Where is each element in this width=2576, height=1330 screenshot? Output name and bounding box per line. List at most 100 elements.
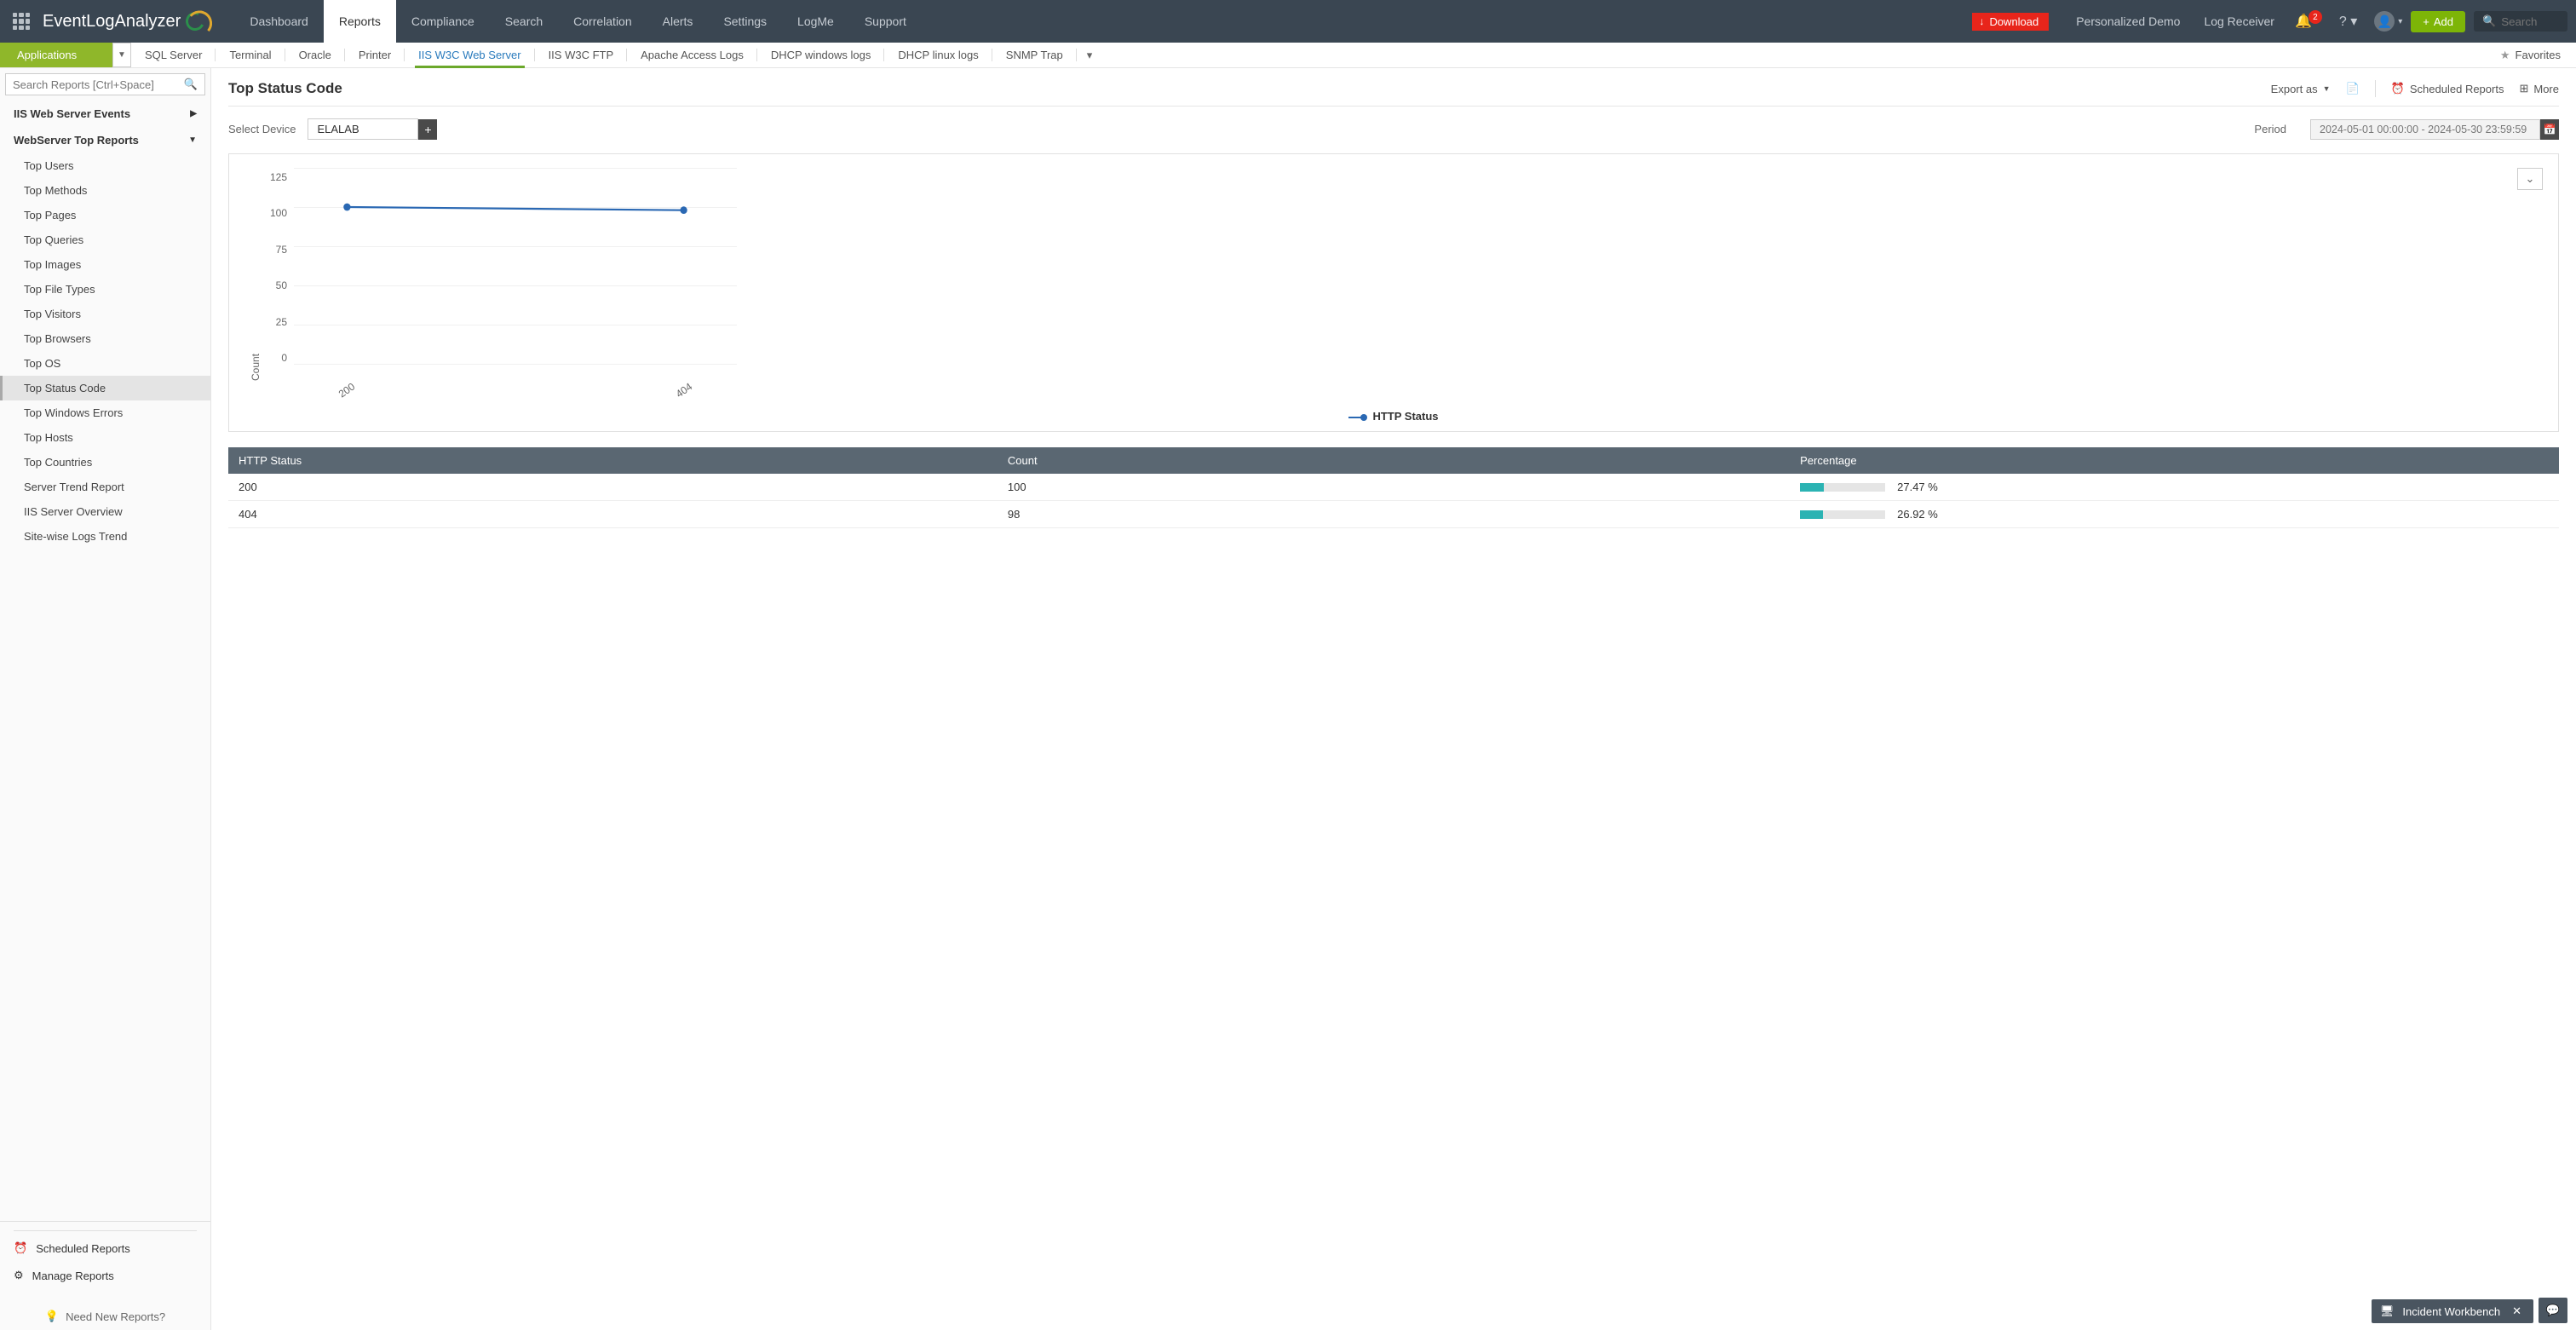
personalized-demo-link[interactable]: Personalized Demo xyxy=(2064,14,2192,28)
applications-dropdown[interactable]: ▼ xyxy=(112,43,131,67)
subnav-tab-terminal[interactable]: Terminal xyxy=(216,43,285,67)
clock-icon: ⏰ xyxy=(2391,82,2405,95)
applications-button[interactable]: Applications xyxy=(0,43,112,67)
chart-options-toggle[interactable]: ⌄ xyxy=(2517,168,2543,190)
avatar-icon: 👤 xyxy=(2374,11,2395,32)
subnav-tab-sql-server[interactable]: SQL Server xyxy=(131,43,216,67)
topnav-dashboard[interactable]: Dashboard xyxy=(234,0,324,43)
brand-name-strong: Analyzer xyxy=(115,12,181,32)
chat-icon: 💬 xyxy=(2546,1304,2560,1317)
col-count[interactable]: Count xyxy=(998,447,1790,474)
manage-reports-link[interactable]: ⚙Manage Reports xyxy=(14,1262,197,1289)
search-reports-box[interactable]: 🔍 xyxy=(5,73,205,95)
scheduled-reports-link[interactable]: ⏰Scheduled Reports xyxy=(14,1235,197,1262)
chat-button[interactable]: 💬 xyxy=(2539,1298,2567,1323)
topnav-search[interactable]: Search xyxy=(490,0,558,43)
section-iis-web-server-events[interactable]: IIS Web Server Events ▶ xyxy=(0,101,210,127)
tree-item-server-trend-report[interactable]: Server Trend Report xyxy=(0,475,210,499)
scheduled-reports-button[interactable]: ⏰Scheduled Reports xyxy=(2391,82,2504,95)
subnav-tab-iis-w3c-web-server[interactable]: IIS W3C Web Server xyxy=(405,43,534,67)
subnav-tab-oracle[interactable]: Oracle xyxy=(285,43,345,67)
notifications-icon[interactable]: 🔔2 xyxy=(2286,13,2331,30)
tree-item-iis-server-overview[interactable]: IIS Server Overview xyxy=(0,499,210,524)
table-row[interactable]: 4049826.92 % xyxy=(228,501,2559,528)
subnav-tab-printer[interactable]: Printer xyxy=(345,43,405,67)
chevron-right-icon: ▶ xyxy=(190,109,197,118)
tree-item-top-browsers[interactable]: Top Browsers xyxy=(0,326,210,351)
subnav-tab-dhcp-linux-logs[interactable]: DHCP linux logs xyxy=(884,43,992,67)
y-tick: 100 xyxy=(265,207,287,219)
chart-legend: HTTP Status xyxy=(246,381,2541,423)
chart-panel: ⌄ Count 1251007550250 200404 HTTP Status xyxy=(228,153,2559,432)
tree-item-top-pages[interactable]: Top Pages xyxy=(0,203,210,227)
tree-item-top-hosts[interactable]: Top Hosts xyxy=(0,425,210,450)
tree-item-top-users[interactable]: Top Users xyxy=(0,153,210,178)
legend-label: HTTP Status xyxy=(1372,410,1438,423)
search-reports-input[interactable] xyxy=(13,78,184,91)
search-icon: 🔍 xyxy=(184,78,198,91)
section-webserver-top-reports[interactable]: WebServer Top Reports ▼ xyxy=(0,127,210,153)
subnav-tab-apache-access-logs[interactable]: Apache Access Logs xyxy=(627,43,757,67)
col-percentage[interactable]: Percentage xyxy=(1790,447,2559,474)
log-receiver-link[interactable]: Log Receiver xyxy=(2192,14,2286,28)
tree-item-top-windows-errors[interactable]: Top Windows Errors xyxy=(0,400,210,425)
add-device-button[interactable]: + xyxy=(418,119,437,140)
star-icon: ★ xyxy=(2500,49,2510,62)
need-new-reports[interactable]: 💡Need New Reports? xyxy=(0,1298,210,1330)
col-http-status[interactable]: HTTP Status xyxy=(228,447,998,474)
topnav-logme[interactable]: LogMe xyxy=(782,0,849,43)
global-search[interactable]: 🔍 xyxy=(2474,11,2567,32)
clock-icon: ⏰ xyxy=(14,1241,27,1255)
tree-item-top-visitors[interactable]: Top Visitors xyxy=(0,302,210,326)
tree-item-top-images[interactable]: Top Images xyxy=(0,252,210,277)
topnav-compliance[interactable]: Compliance xyxy=(396,0,490,43)
brand-name-light: EventLog xyxy=(43,12,115,32)
apps-grid-icon[interactable] xyxy=(0,0,43,43)
incident-workbench-bar[interactable]: 🖥 Incident Workbench ✕ xyxy=(2372,1299,2533,1323)
export-settings-icon[interactable]: 📄 xyxy=(2346,82,2360,95)
workbench-icon: 🖥 xyxy=(2380,1304,2395,1318)
period-input[interactable]: 2024-05-01 00:00:00 - 2024-05-30 23:59:5… xyxy=(2310,119,2540,140)
y-tick: 25 xyxy=(265,316,287,328)
y-tick: 125 xyxy=(265,171,287,183)
topnav-support[interactable]: Support xyxy=(849,0,922,43)
subnav-more[interactable]: ▾ xyxy=(1077,43,1103,67)
topnav-settings[interactable]: Settings xyxy=(708,0,782,43)
topnav-correlation[interactable]: Correlation xyxy=(558,0,647,43)
logo-swirl-icon xyxy=(183,9,207,33)
global-search-input[interactable] xyxy=(2501,15,2552,28)
gear-icon: ⚙ xyxy=(14,1269,24,1282)
tree-item-site-wise-logs-trend[interactable]: Site-wise Logs Trend xyxy=(0,524,210,549)
close-icon[interactable]: ✕ xyxy=(2509,1304,2525,1318)
user-menu[interactable]: 👤▾ xyxy=(2366,11,2411,32)
download-button[interactable]: Download xyxy=(1972,13,2049,31)
y-axis-label: Count xyxy=(246,168,265,381)
more-button[interactable]: ⊞More xyxy=(2519,82,2559,95)
topnav-alerts[interactable]: Alerts xyxy=(647,0,709,43)
tree-item-top-status-code[interactable]: Top Status Code xyxy=(0,376,210,400)
tree-item-top-file-types[interactable]: Top File Types xyxy=(0,277,210,302)
tree-item-top-countries[interactable]: Top Countries xyxy=(0,450,210,475)
table-row[interactable]: 20010027.47 % xyxy=(228,474,2559,501)
export-as-dropdown[interactable]: Export as▼ xyxy=(2271,83,2331,95)
status-code-table: HTTP StatusCountPercentage 20010027.47 %… xyxy=(228,447,2559,528)
y-tick: 50 xyxy=(265,279,287,291)
tree-item-top-queries[interactable]: Top Queries xyxy=(0,227,210,252)
chevron-down-icon: ▼ xyxy=(188,135,197,145)
favorites-link[interactable]: ★Favorites xyxy=(2485,43,2576,67)
brand-logo[interactable]: EventLog Analyzer xyxy=(43,0,217,43)
topnav-reports[interactable]: Reports xyxy=(324,0,396,43)
search-icon: 🔍 xyxy=(2482,14,2496,28)
subnav-tab-snmp-trap[interactable]: SNMP Trap xyxy=(992,43,1077,67)
add-button[interactable]: +Add xyxy=(2411,11,2465,32)
help-icon[interactable]: ? ▾ xyxy=(2331,13,2366,30)
period-label: Period xyxy=(2254,123,2286,135)
tree-item-top-methods[interactable]: Top Methods xyxy=(0,178,210,203)
subnav-tab-dhcp-windows-logs[interactable]: DHCP windows logs xyxy=(757,43,885,67)
subnav-tab-iis-w3c-ftp[interactable]: IIS W3C FTP xyxy=(535,43,628,67)
tree-item-top-os[interactable]: Top OS xyxy=(0,351,210,376)
y-tick: 75 xyxy=(265,244,287,256)
device-select[interactable]: ELALAB xyxy=(308,118,418,140)
chevron-down-icon: ▼ xyxy=(2323,84,2331,93)
calendar-button[interactable]: 📅 xyxy=(2540,119,2559,140)
